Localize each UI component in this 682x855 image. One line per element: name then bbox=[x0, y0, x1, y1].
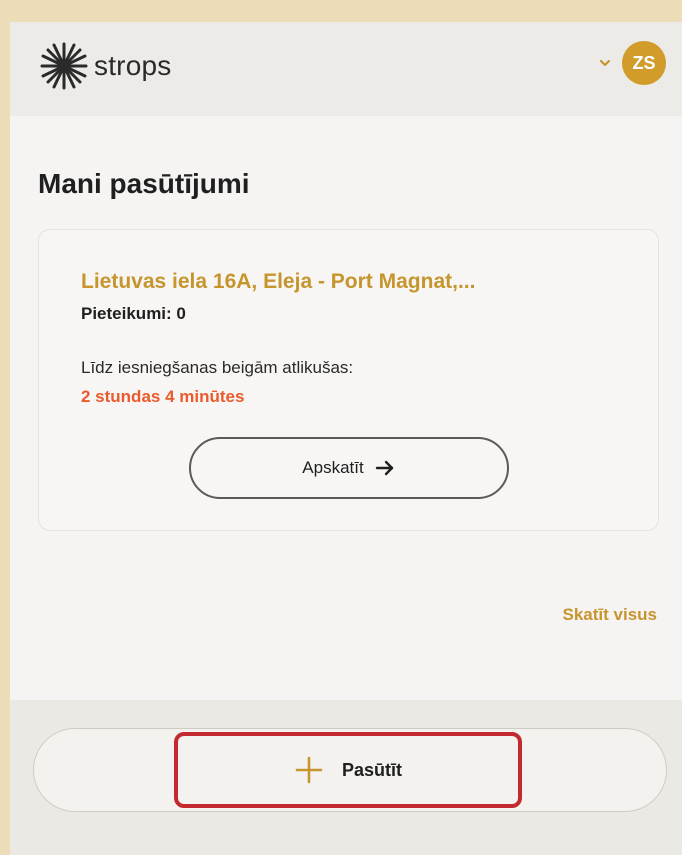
see-all-link[interactable]: Skatīt visus bbox=[563, 605, 658, 625]
app-frame: strops ZS Mani pasūtījumi Lietuvas iela … bbox=[10, 22, 682, 855]
view-order-button[interactable]: Apskatīt bbox=[189, 437, 509, 499]
new-order-highlight[interactable]: Pasūtīt bbox=[174, 732, 522, 808]
view-order-label: Apskatīt bbox=[302, 458, 364, 477]
order-address[interactable]: Lietuvas iela 16A, Eleja - Port Magnat,.… bbox=[81, 270, 475, 294]
deadline-remaining: 2 stundas 4 minūtes bbox=[81, 387, 245, 406]
deadline-label: Līdz iesniegšanas beigām atlikušas: bbox=[81, 358, 354, 377]
page-title: Mani pasūtījumi bbox=[38, 168, 250, 199]
arrow-right-icon bbox=[375, 460, 393, 476]
order-card: Lietuvas iela 16A, Eleja - Port Magnat,.… bbox=[38, 229, 659, 531]
plus-icon bbox=[295, 756, 323, 784]
brand-logo[interactable]: strops bbox=[36, 38, 171, 94]
star-burst-icon bbox=[40, 42, 88, 90]
order-applications-count: Pieteikumi: 0 bbox=[81, 304, 186, 323]
brand-name: strops bbox=[94, 50, 172, 81]
chevron-down-icon[interactable] bbox=[596, 54, 614, 72]
user-menu[interactable]: ZS bbox=[596, 41, 666, 85]
app-header: strops ZS bbox=[10, 22, 682, 116]
avatar[interactable]: ZS bbox=[622, 41, 666, 85]
new-order-label: Pasūtīt bbox=[341, 759, 402, 780]
